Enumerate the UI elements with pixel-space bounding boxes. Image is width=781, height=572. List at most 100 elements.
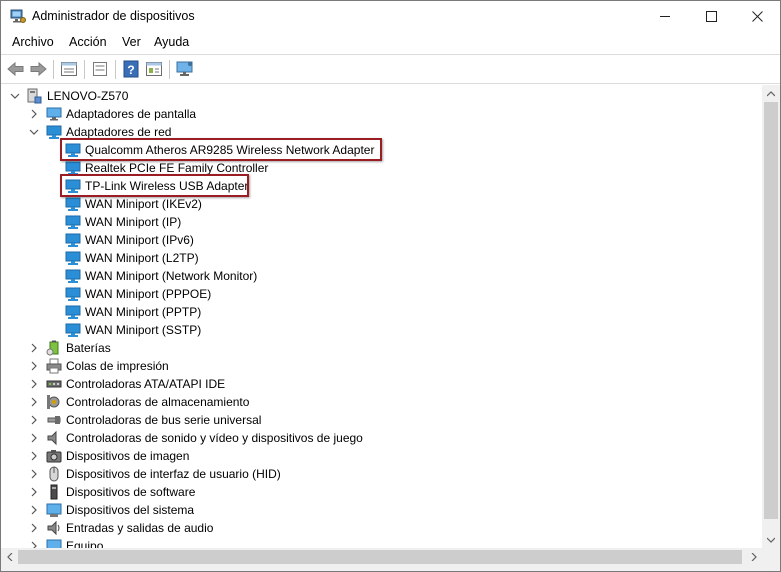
- expand-chevron-icon[interactable]: [28, 485, 40, 499]
- show-hide-button[interactable]: [90, 59, 110, 79]
- tree-item-label: Dispositivos del sistema: [66, 503, 195, 517]
- scan-hardware-button[interactable]: [175, 59, 195, 79]
- tree-item-label: Realtek PCIe FE Family Controller: [85, 161, 269, 175]
- help-button[interactable]: ?: [121, 59, 141, 79]
- expand-chevron-icon[interactable]: [28, 359, 40, 373]
- computer-icon: [26, 88, 42, 104]
- horizontal-scroll-thumb[interactable]: [18, 550, 742, 564]
- collapse-chevron-icon[interactable]: [9, 89, 21, 103]
- tree-item-network-device[interactable]: WAN Miniport (PPTP): [1, 303, 762, 321]
- menu-ayuda[interactable]: Ayuda: [154, 35, 189, 49]
- monitor-icon: [176, 61, 193, 76]
- tree-item-category[interactable]: Colas de impresión: [1, 357, 762, 375]
- tree-item-category[interactable]: Equipo: [1, 537, 762, 548]
- tree-item-label: Equipo: [66, 539, 104, 548]
- tree-item-label: WAN Miniport (IPv6): [85, 233, 194, 247]
- tree-item-display-adapters[interactable]: Adaptadores de pantalla: [1, 105, 762, 123]
- expand-chevron-icon[interactable]: [28, 449, 40, 463]
- action-view-button[interactable]: [144, 59, 164, 79]
- expand-chevron-icon[interactable]: [28, 395, 40, 409]
- properties-button[interactable]: [59, 59, 79, 79]
- tree-item-category[interactable]: Entradas y salidas de audio: [1, 519, 762, 537]
- audio-io-icon: [46, 520, 62, 536]
- tree-item-label: WAN Miniport (L2TP): [85, 251, 199, 265]
- forward-button[interactable]: [28, 59, 48, 79]
- tree-item-network-device[interactable]: WAN Miniport (L2TP): [1, 249, 762, 267]
- tree-item-label: Adaptadores de red: [66, 125, 172, 139]
- expand-chevron-icon[interactable]: [28, 107, 40, 121]
- status-bar: [1, 566, 780, 571]
- tree-item-category[interactable]: Dispositivos de software: [1, 483, 762, 501]
- scroll-right-arrow-icon[interactable]: [745, 548, 762, 566]
- scroll-up-arrow-icon[interactable]: [762, 85, 780, 102]
- show-hide-icon: [93, 62, 107, 76]
- expand-chevron-icon[interactable]: [28, 377, 40, 391]
- expand-chevron-icon[interactable]: [28, 539, 40, 548]
- tree-root[interactable]: LENOVO-Z570: [1, 87, 762, 105]
- usb-controller-icon: [46, 412, 62, 428]
- tree-item-category[interactable]: Controladoras de sonido y vídeo y dispos…: [1, 429, 762, 447]
- collapse-chevron-icon[interactable]: [28, 125, 40, 139]
- back-icon: [7, 61, 24, 77]
- scroll-down-arrow-icon[interactable]: [762, 531, 780, 548]
- network-adapter-icon: [65, 232, 81, 248]
- expand-chevron-icon[interactable]: [28, 341, 40, 355]
- back-button[interactable]: [6, 59, 26, 79]
- tree-item-network-device[interactable]: WAN Miniport (Network Monitor): [1, 267, 762, 285]
- menu-accion[interactable]: Acción: [69, 35, 107, 49]
- network-adapter-icon: [65, 196, 81, 212]
- tree-item-label: Entradas y salidas de audio: [66, 521, 214, 535]
- network-adapter-icon: [65, 268, 81, 284]
- vertical-scrollbar[interactable]: [762, 85, 780, 548]
- tree-item-label: WAN Miniport (IP): [85, 215, 182, 229]
- scroll-left-arrow-icon[interactable]: [1, 548, 18, 566]
- tree-root-label: LENOVO-Z570: [47, 89, 129, 103]
- software-device-icon: [46, 484, 62, 500]
- tree-item-category[interactable]: Controladoras de bus serie universal: [1, 411, 762, 429]
- tree-item-category[interactable]: Dispositivos del sistema: [1, 501, 762, 519]
- device-manager-app-icon: [10, 9, 26, 24]
- horizontal-scrollbar[interactable]: [1, 548, 762, 566]
- sound-icon: [46, 430, 62, 446]
- forward-icon: [30, 61, 47, 77]
- highlight-box-qualcomm: [60, 138, 382, 161]
- tree-item-category[interactable]: Controladoras de almacenamiento: [1, 393, 762, 411]
- action-view-icon: [146, 62, 162, 76]
- minimize-button[interactable]: [642, 1, 688, 31]
- tree-item-label: Controladoras de bus serie universal: [66, 413, 262, 427]
- tree-item-category[interactable]: Dispositivos de interfaz de usuario (HID…: [1, 465, 762, 483]
- highlight-box-tplink: [60, 174, 249, 197]
- vertical-scroll-thumb[interactable]: [764, 102, 778, 519]
- ide-controller-icon: [46, 376, 62, 392]
- network-adapter-icon: [65, 304, 81, 320]
- battery-icon: [46, 340, 62, 356]
- expand-chevron-icon[interactable]: [28, 521, 40, 535]
- help-icon: ?: [123, 60, 139, 78]
- tree-item-network-device[interactable]: WAN Miniport (IKEv2): [1, 195, 762, 213]
- close-icon: [751, 10, 763, 22]
- tree-item-network-device[interactable]: WAN Miniport (SSTP): [1, 321, 762, 339]
- tree-item-network-device[interactable]: WAN Miniport (PPPOE): [1, 285, 762, 303]
- minimize-icon: [659, 15, 670, 17]
- menu-archivo[interactable]: Archivo: [12, 35, 54, 49]
- maximize-button[interactable]: [688, 1, 734, 31]
- expand-chevron-icon[interactable]: [28, 503, 40, 517]
- menu-ver[interactable]: Ver: [122, 35, 141, 49]
- network-adapter-icon: [65, 286, 81, 302]
- tree-item-network-device[interactable]: WAN Miniport (IPv6): [1, 231, 762, 249]
- tree-item-category[interactable]: Dispositivos de imagen: [1, 447, 762, 465]
- expand-chevron-icon[interactable]: [28, 467, 40, 481]
- network-adapter-icon: [65, 322, 81, 338]
- tree-item-category[interactable]: Baterías: [1, 339, 762, 357]
- window-title: Administrador de dispositivos: [32, 9, 195, 23]
- tree-item-network-device[interactable]: WAN Miniport (IP): [1, 213, 762, 231]
- close-button[interactable]: [734, 1, 780, 31]
- maximize-icon: [705, 10, 717, 22]
- tree-item-category[interactable]: Controladoras ATA/ATAPI IDE: [1, 375, 762, 393]
- expand-chevron-icon[interactable]: [28, 413, 40, 427]
- expand-chevron-icon[interactable]: [28, 431, 40, 445]
- tree-item-label: Controladoras ATA/ATAPI IDE: [66, 377, 226, 391]
- computer-icon: [46, 538, 62, 548]
- properties-icon: [61, 62, 77, 76]
- network-adapter-icon: [65, 250, 81, 266]
